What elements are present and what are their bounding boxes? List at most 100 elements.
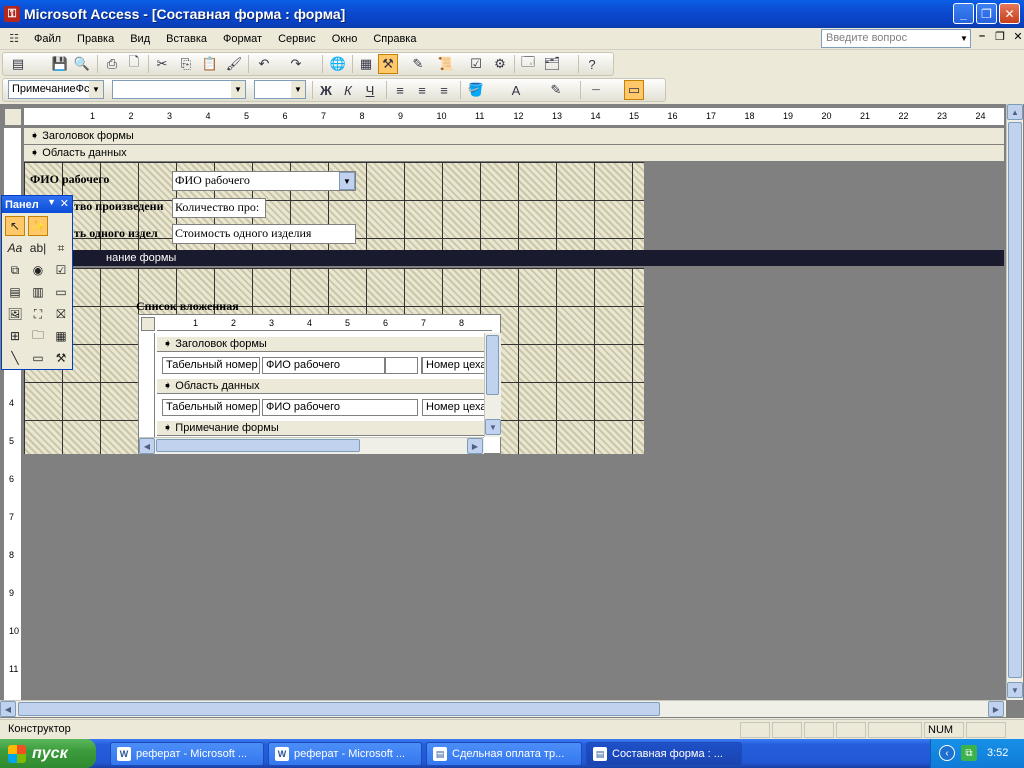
checkbox-icon[interactable]: ☑ bbox=[51, 260, 71, 280]
copy-icon[interactable]: ⎘ bbox=[176, 54, 196, 74]
font-color-icon[interactable]: A bbox=[506, 80, 526, 100]
field-list-icon[interactable]: ▦ bbox=[356, 54, 376, 74]
chevron-left-icon[interactable]: ◀ bbox=[139, 438, 155, 454]
combo-worker-name[interactable]: ФИО рабочего ▼ bbox=[172, 171, 356, 191]
show-hidden-icons-icon[interactable]: ‹ bbox=[939, 745, 955, 761]
toolbox-icon[interactable]: ⚒ bbox=[378, 54, 398, 74]
mdi-close-button[interactable]: ✕ bbox=[1011, 30, 1024, 43]
chevron-down-icon[interactable]: ▼ bbox=[47, 197, 56, 207]
subform-detail-bar[interactable]: ➧ Область данных bbox=[157, 379, 492, 394]
toolbox-title-bar[interactable]: Панел ▼ ✕ bbox=[2, 196, 72, 213]
minimize-button[interactable]: _ bbox=[953, 3, 974, 24]
toolbox-palette[interactable]: Панел ▼ ✕ ↖ ✨ Aa ab| ⌗ ⧉ ◉ ☑ ▤ ▥ ▭ 🖼 ⛶ ⛝… bbox=[1, 195, 73, 370]
label-worker-name[interactable]: ФИО рабочего bbox=[30, 172, 170, 187]
list-box-icon[interactable]: ▥ bbox=[28, 282, 48, 302]
main-horizontal-scrollbar[interactable]: ◀ ▶ bbox=[0, 700, 1006, 717]
menu-help[interactable]: Справка bbox=[365, 29, 424, 49]
task-word-1[interactable]: W реферат - Microsoft ... bbox=[110, 742, 264, 766]
subform-header-bar[interactable]: ➧ Заголовок формы bbox=[157, 337, 492, 352]
subform-hscroll-thumb[interactable] bbox=[156, 439, 360, 452]
main-vscroll-thumb[interactable] bbox=[1008, 122, 1022, 678]
chevron-right-icon[interactable]: ▶ bbox=[988, 701, 1004, 717]
menu-file[interactable]: Файл bbox=[26, 29, 69, 49]
size-combo[interactable]: ▼ bbox=[254, 80, 306, 99]
chevron-down-icon[interactable]: ▼ bbox=[89, 81, 103, 98]
file-search-icon[interactable]: 🔍 bbox=[72, 54, 92, 74]
form-icon[interactable]: ☷ bbox=[6, 31, 22, 47]
line-width-icon[interactable]: ┈ bbox=[586, 80, 606, 100]
chevron-right-icon[interactable]: ▶ bbox=[467, 438, 483, 454]
start-button[interactable]: пуск bbox=[0, 739, 96, 768]
view-icon[interactable]: ▤ bbox=[8, 54, 28, 74]
menu-insert[interactable]: Вставка bbox=[158, 29, 215, 49]
clock[interactable]: 3:52 bbox=[987, 747, 1008, 759]
subform-control[interactable]: 1 2 3 4 5 6 7 8 ➧ Заголовок формы Табельный ном… bbox=[138, 314, 501, 454]
subform-horizontal-scrollbar[interactable]: ◀ ▶ bbox=[139, 437, 484, 454]
align-left-icon[interactable]: ≡ bbox=[390, 80, 410, 100]
subform-header-cell-name[interactable]: ФИО рабочего bbox=[262, 357, 418, 374]
image-icon[interactable]: 🖼 bbox=[5, 304, 25, 324]
field-quantity[interactable]: Количество про: bbox=[172, 198, 266, 218]
print-icon[interactable]: ⎙ bbox=[102, 54, 122, 74]
network-icon[interactable]: ⧉ bbox=[961, 745, 977, 761]
close-button[interactable]: ✕ bbox=[999, 3, 1020, 24]
help-question-input[interactable]: Введите вопрос bbox=[821, 29, 971, 48]
combo-box-icon[interactable]: ▤ bbox=[5, 282, 25, 302]
object-combo[interactable]: ПримечаниеФс ▼ bbox=[8, 80, 104, 99]
unbound-object-icon[interactable]: ⛶ bbox=[28, 304, 48, 324]
more-controls-icon[interactable]: ⚒ bbox=[51, 348, 71, 368]
main-hscroll-thumb[interactable] bbox=[18, 702, 660, 716]
subform-header-cell-shop[interactable]: Номер цеха bbox=[422, 357, 486, 374]
option-button-icon[interactable]: ◉ bbox=[28, 260, 48, 280]
undo-icon[interactable]: ↶ bbox=[254, 54, 274, 74]
redo-icon[interactable]: ↷ bbox=[286, 54, 306, 74]
database-window-icon[interactable]: 🗔 bbox=[518, 54, 538, 74]
textbox-tool-icon[interactable]: ab| bbox=[28, 238, 48, 258]
menu-window[interactable]: Окно bbox=[324, 29, 366, 49]
close-icon[interactable]: ✕ bbox=[60, 197, 69, 210]
format-painter-icon[interactable]: 🖌 bbox=[224, 54, 244, 74]
chevron-down-icon[interactable]: ▼ bbox=[231, 81, 245, 98]
option-group-icon[interactable]: ⌗ bbox=[51, 238, 71, 258]
help-icon[interactable]: ? bbox=[582, 54, 602, 74]
control-wizards-icon[interactable]: ✨ bbox=[28, 216, 48, 236]
menu-tools[interactable]: Сервис bbox=[270, 29, 324, 49]
line-tool-icon[interactable]: ╲ bbox=[5, 348, 25, 368]
mdi-restore-button[interactable]: ❐ bbox=[993, 30, 1007, 43]
bound-object-icon[interactable]: ⛝ bbox=[51, 304, 71, 324]
select-objects-icon[interactable]: ↖ bbox=[5, 216, 25, 236]
new-object-icon[interactable]: 🗂 bbox=[542, 54, 562, 74]
chevron-left-icon[interactable]: ◀ bbox=[0, 701, 16, 717]
task-word-2[interactable]: W реферат - Microsoft ... bbox=[268, 742, 422, 766]
mdi-minimize-button[interactable]: – bbox=[975, 30, 989, 43]
font-combo[interactable]: ▼ bbox=[112, 80, 246, 99]
help-dropdown-icon[interactable]: ▼ bbox=[958, 30, 970, 47]
bold-icon[interactable]: Ж bbox=[316, 80, 336, 100]
task-access-form[interactable]: ▤ Составная форма : ... bbox=[586, 742, 742, 766]
access-key-icon[interactable]: ⚿ bbox=[4, 6, 20, 22]
subform-detail-cell-id[interactable]: Табельный номер bbox=[162, 399, 260, 416]
underline-icon[interactable]: Ч bbox=[360, 80, 380, 100]
label-subform[interactable]: Список вложенная bbox=[136, 299, 246, 314]
hyperlink-icon[interactable]: 🌐 bbox=[328, 54, 348, 74]
chevron-down-icon[interactable]: ▼ bbox=[291, 81, 305, 98]
form-footer-bar[interactable]: нание формы bbox=[24, 250, 1004, 267]
italic-icon[interactable]: К bbox=[338, 80, 358, 100]
field-unit-cost[interactable]: Стоимость одного изделия bbox=[172, 224, 356, 244]
main-vertical-scrollbar[interactable]: ▲ ▼ bbox=[1006, 104, 1023, 700]
label-quantity[interactable]: тво произведени bbox=[74, 199, 172, 214]
command-button-icon[interactable]: ▭ bbox=[51, 282, 71, 302]
form-selector[interactable] bbox=[4, 108, 22, 126]
subform-vscroll-thumb[interactable] bbox=[486, 335, 499, 395]
fill-color-icon[interactable]: 🪣 bbox=[466, 80, 486, 100]
menu-view[interactable]: Вид bbox=[122, 29, 158, 49]
detail-section-bar[interactable]: ➧ Область данных bbox=[24, 145, 1004, 162]
autoformat-icon[interactable]: ✎ bbox=[408, 54, 428, 74]
save-icon[interactable]: 💾 bbox=[50, 54, 70, 74]
subform-detail-cell-name[interactable]: ФИО рабочего bbox=[262, 399, 418, 416]
tab-control-icon[interactable]: 🗀 bbox=[28, 326, 48, 346]
subform-vertical-scrollbar[interactable]: ▼ bbox=[484, 333, 501, 437]
subform-header-cell-id[interactable]: Табельный номер bbox=[162, 357, 260, 374]
page-break-icon[interactable]: ⊞ bbox=[5, 326, 25, 346]
chevron-down-icon[interactable]: ▼ bbox=[485, 419, 501, 435]
